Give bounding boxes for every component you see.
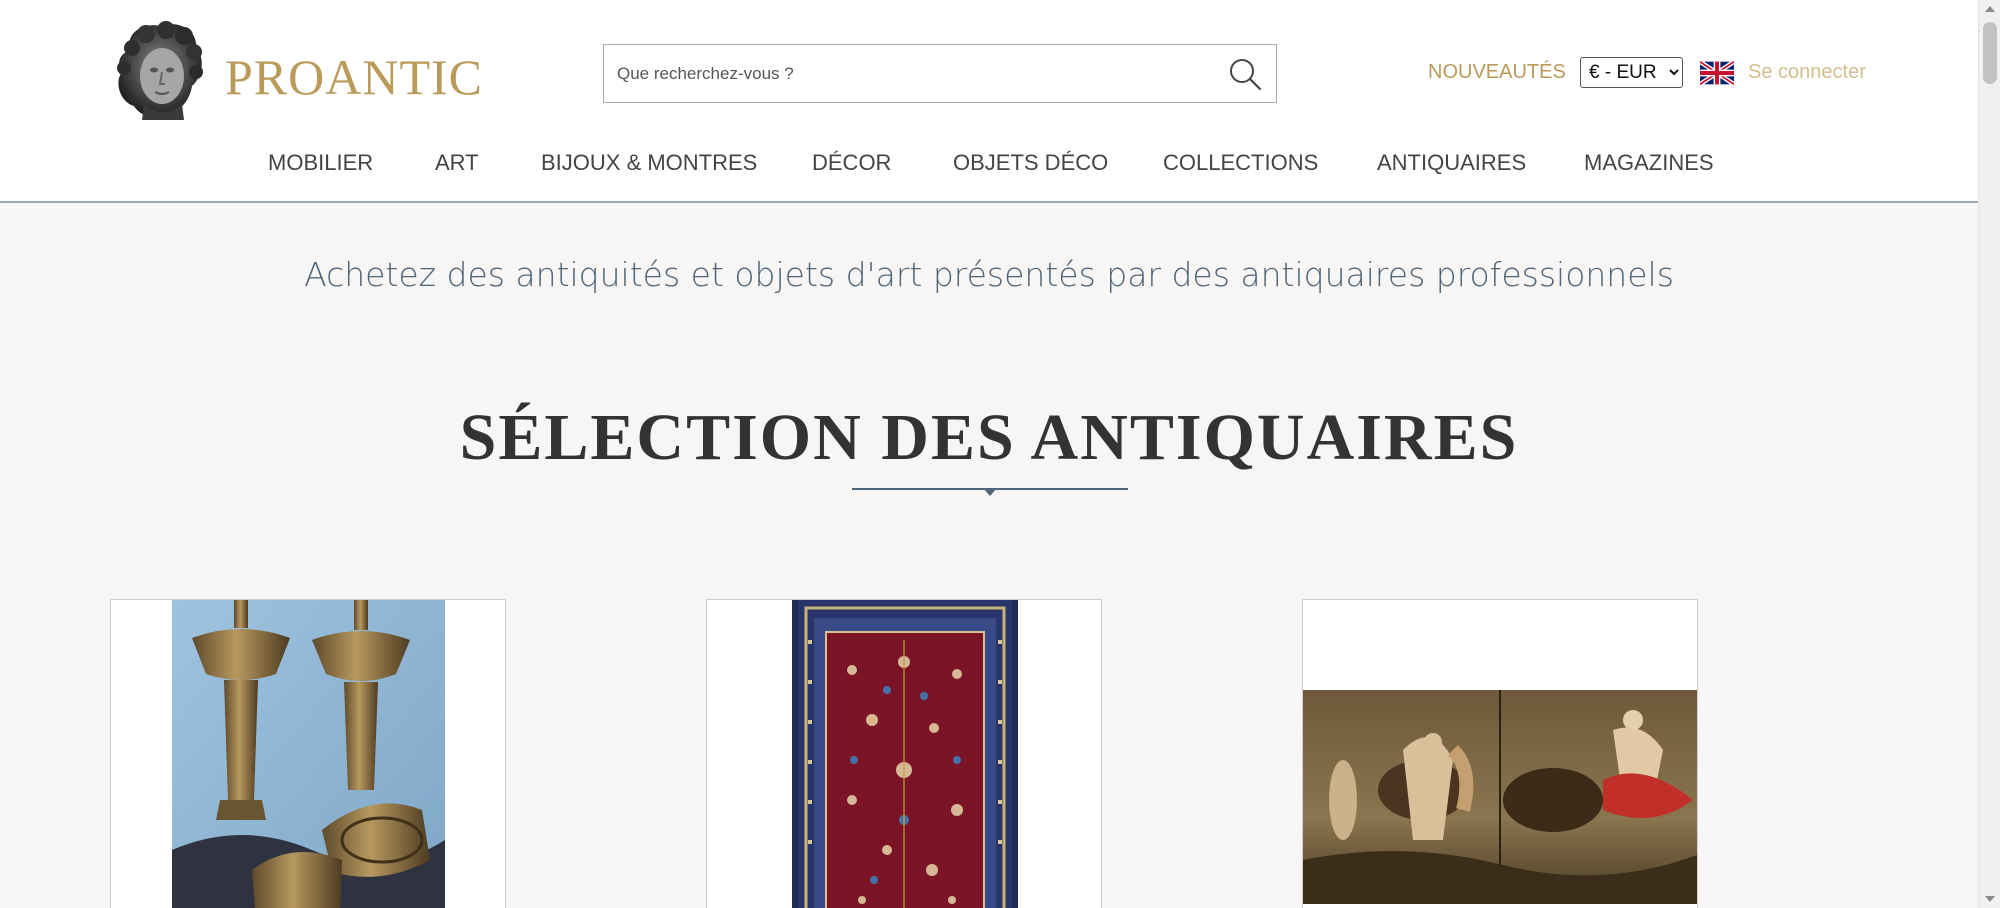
login-link[interactable]: Se connecter <box>1748 61 1866 84</box>
scroll-up-icon[interactable] <box>1985 6 1995 12</box>
uk-flag-icon[interactable] <box>1700 60 1734 86</box>
logo-link[interactable]: PROANTIC <box>110 20 482 122</box>
logo-text: PROANTIC <box>225 49 484 105</box>
main-nav: MOBILIER ART BIJOUX & MONTRES DÉCOR OBJE… <box>0 150 1978 180</box>
search-icon[interactable] <box>1228 57 1262 91</box>
nav-item-mobilier[interactable]: MOBILIER <box>268 150 373 176</box>
currency-select[interactable]: € - EUR <box>1580 57 1683 88</box>
search-input[interactable] <box>604 45 1204 102</box>
page-scrollbar[interactable] <box>1978 0 2000 908</box>
nav-item-antiquaires[interactable]: ANTIQUAIRES <box>1377 150 1526 176</box>
nav-item-collections[interactable]: COLLECTIONS <box>1163 150 1318 176</box>
nav-item-art[interactable]: ART <box>435 150 479 176</box>
new-items-link[interactable]: NOUVEAUTÉS <box>1428 61 1566 84</box>
tagline: Achetez des antiquités et objets d'art p… <box>304 255 1674 294</box>
section-title: SÉLECTION DES ANTIQUAIRES <box>459 401 1519 474</box>
logo-bust-icon <box>117 21 203 120</box>
title-divider-marker <box>983 488 997 496</box>
nav-item-bijoux-montres[interactable]: BIJOUX & MONTRES <box>541 150 757 176</box>
bronze-lamps-image <box>172 600 445 908</box>
nav-item-magazines[interactable]: MAGAZINES <box>1584 150 1714 176</box>
scrollbar-thumb[interactable] <box>1983 22 1997 84</box>
old-master-painting-image <box>1303 690 1697 904</box>
site-header: PROANTIC NOUVEAUTÉS € - EUR Se connecter… <box>0 0 1978 203</box>
product-card[interactable] <box>1302 599 1698 908</box>
product-card[interactable] <box>706 599 1102 908</box>
scroll-down-icon[interactable] <box>1985 896 1995 902</box>
product-card[interactable] <box>110 599 506 908</box>
nav-item-objets-deco[interactable]: OBJETS DÉCO <box>953 150 1108 176</box>
persian-rug-image <box>792 600 1018 908</box>
nav-item-decor[interactable]: DÉCOR <box>812 150 891 176</box>
search-box <box>603 44 1277 103</box>
